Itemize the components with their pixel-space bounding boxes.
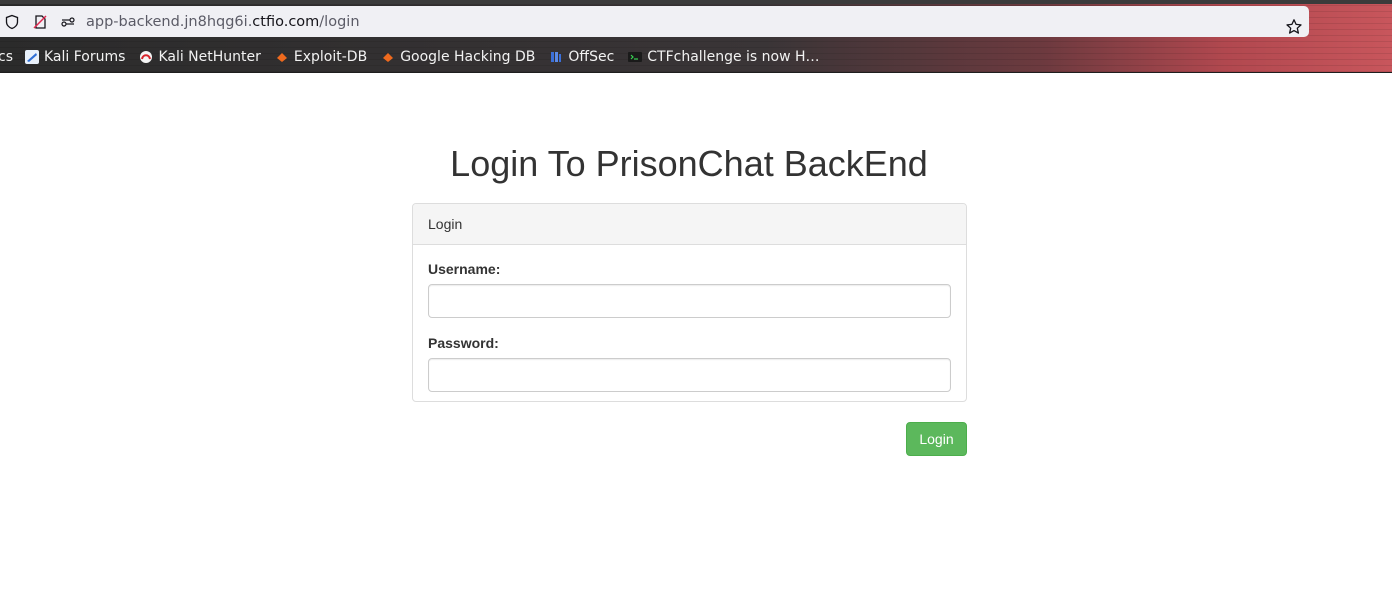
bookmark-label: Google Hacking DB <box>400 49 536 65</box>
terminal-icon <box>628 50 643 64</box>
bookmarks-toolbar: cs Kali Forums Kali NetHunter Exploit-DB… <box>0 45 834 69</box>
bookmark-label: Kali Forums <box>44 49 126 65</box>
bookmark-item-truncated[interactable]: cs <box>0 49 13 65</box>
offsec-icon <box>549 50 563 64</box>
bookmark-google-hacking-db[interactable]: Google Hacking DB <box>381 49 535 65</box>
browser-chrome: app-backend.jn8hqg6i.ctfio.com/login cs … <box>0 0 1392 73</box>
bookmark-label: Exploit-DB <box>293 49 368 65</box>
bookmark-label: Kali NetHunter <box>158 49 261 65</box>
nethunter-icon <box>139 50 153 64</box>
username-input[interactable] <box>428 284 951 318</box>
url-path: /login <box>319 13 360 30</box>
page-content: Login To PrisonChat BackEnd Login Userna… <box>0 73 1392 612</box>
insecure-page-icon[interactable] <box>32 6 48 37</box>
ghdb-icon <box>381 50 395 64</box>
url-host: ctfio.com <box>252 13 320 30</box>
bookmark-ctfchallenge[interactable]: CTFchallenge is now H… <box>628 49 820 65</box>
url-prefix: app-backend.jn8hqg6i. <box>86 13 253 30</box>
login-panel: Login Username: Password: <box>412 203 967 402</box>
bookmark-star-icon[interactable] <box>1285 11 1303 42</box>
permissions-icon[interactable] <box>60 6 76 37</box>
username-label: Username: <box>428 261 501 277</box>
password-input[interactable] <box>428 358 951 392</box>
url-text[interactable]: app-backend.jn8hqg6i.ctfio.com/login <box>86 14 360 30</box>
panel-heading: Login <box>413 204 966 245</box>
bookmark-offsec[interactable]: OffSec <box>549 49 614 65</box>
panel-body: Username: Password: <box>413 245 966 392</box>
exploitdb-icon <box>275 50 289 64</box>
bookmark-exploit-db[interactable]: Exploit-DB <box>275 49 367 65</box>
login-button[interactable]: Login <box>906 422 967 456</box>
address-bar[interactable]: app-backend.jn8hqg6i.ctfio.com/login <box>0 6 1309 37</box>
kali-dragon-icon <box>25 50 39 64</box>
bookmark-label: cs <box>0 49 13 65</box>
bookmark-label: OffSec <box>568 49 615 65</box>
bookmark-kali-nethunter[interactable]: Kali NetHunter <box>139 49 261 65</box>
password-label: Password: <box>428 335 499 351</box>
bookmark-label: CTFchallenge is now H… <box>647 49 820 65</box>
page-title: Login To PrisonChat BackEnd <box>450 143 928 184</box>
bookmark-kali-forums[interactable]: Kali Forums <box>25 49 125 65</box>
shield-icon[interactable] <box>4 6 20 37</box>
